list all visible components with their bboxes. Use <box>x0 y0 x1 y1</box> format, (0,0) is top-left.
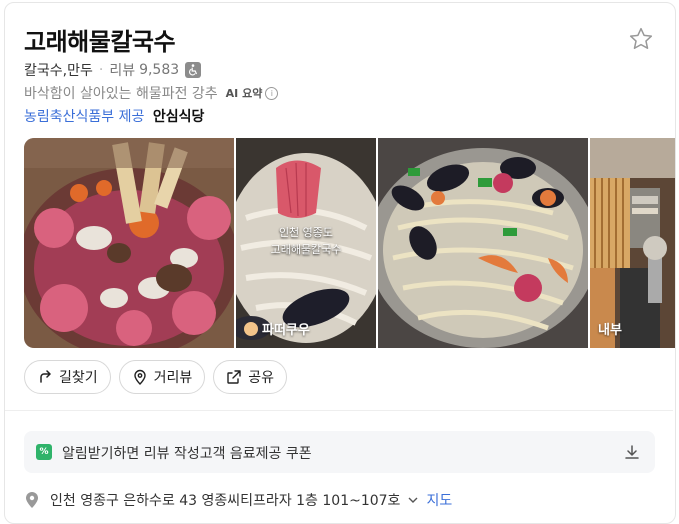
directions-button[interactable]: 길찾기 <box>24 360 111 394</box>
street-view-label: 거리뷰 <box>153 370 193 386</box>
certification-label: 안심식당 <box>152 109 205 125</box>
directions-label: 길찾기 <box>59 370 98 386</box>
location-pin-icon <box>133 369 146 385</box>
chevron-down-icon[interactable] <box>406 493 420 507</box>
certification-row: 농림축산식품부 제공 안심식당 <box>24 106 204 126</box>
ai-summary-badge[interactable]: AI 요약 i <box>226 85 279 101</box>
share-icon <box>227 370 241 384</box>
category: 칼국수,만두 <box>24 63 93 79</box>
action-bar: 길찾기 거리뷰 공유 <box>24 360 288 394</box>
address-text: 인천 영종구 은하수로 43 영종씨티프라자 1층 101~107호 <box>50 493 401 509</box>
coupon-ticket-icon: % <box>36 444 52 460</box>
separator-dot: · <box>98 62 104 78</box>
photo-interior[interactable]: 내부 <box>590 138 675 348</box>
user-avatar-icon <box>244 321 258 336</box>
caption-line-2: 고래해물칼국수 <box>270 243 342 256</box>
share-label: 공유 <box>248 370 275 386</box>
interior-label: 내부 <box>598 323 622 338</box>
photo-noodle-bowl[interactable] <box>378 138 588 348</box>
caption-line-1: 인천 영종도 <box>278 226 334 239</box>
photo-strip: 인천 영종도 고래해물칼국수 파떠쿠우 내부 <box>24 138 675 348</box>
photo-seafood-platter[interactable] <box>24 138 234 348</box>
download-icon[interactable] <box>623 443 641 461</box>
place-meta: 칼국수,만두 · 리뷰 9,583 <box>24 60 202 80</box>
photo-label-user: 파떠쿠우 <box>244 319 310 338</box>
map-link[interactable]: 지도 <box>426 490 452 510</box>
ai-badge-label: AI 요약 <box>225 87 263 100</box>
section-divider <box>5 410 673 411</box>
share-button[interactable]: 공유 <box>213 360 288 394</box>
review-label[interactable]: 리뷰 <box>109 60 135 80</box>
favorite-star-icon[interactable] <box>628 26 654 52</box>
certifier-link[interactable]: 농림축산식품부 제공 <box>24 109 144 125</box>
photo-label-interior: 내부 <box>598 319 622 338</box>
directions-arrow-icon <box>40 370 51 383</box>
wheelchair-accessible-icon <box>185 62 202 78</box>
photo-caption: 인천 영종도 고래해물칼국수 <box>236 224 376 258</box>
place-title[interactable]: 고래해물칼국수 <box>24 22 176 57</box>
info-icon[interactable]: i <box>265 86 279 100</box>
coupon-banner[interactable]: % 알림받기하면 리뷰 작성고객 음료제공 쿠폰 <box>24 431 655 473</box>
photo-author: 파떠쿠우 <box>262 323 310 338</box>
address-row: 인천 영종구 은하수로 43 영종씨티프라자 1층 101~107호 지도 <box>24 490 452 510</box>
street-view-button[interactable]: 거리뷰 <box>118 360 206 394</box>
photo-noodle-closeup[interactable]: 인천 영종도 고래해물칼국수 파떠쿠우 <box>236 138 376 348</box>
review-count[interactable]: 9,583 <box>139 62 179 78</box>
coupon-text: 알림받기하면 리뷰 작성고객 음료제공 쿠폰 <box>62 446 312 462</box>
ai-summary-row: 바삭함이 살아있는 해물파전 강추 AI 요약 i <box>24 83 279 103</box>
address-pin-icon <box>26 492 38 508</box>
ai-summary-text: 바삭함이 살아있는 해물파전 강추 <box>24 86 218 102</box>
